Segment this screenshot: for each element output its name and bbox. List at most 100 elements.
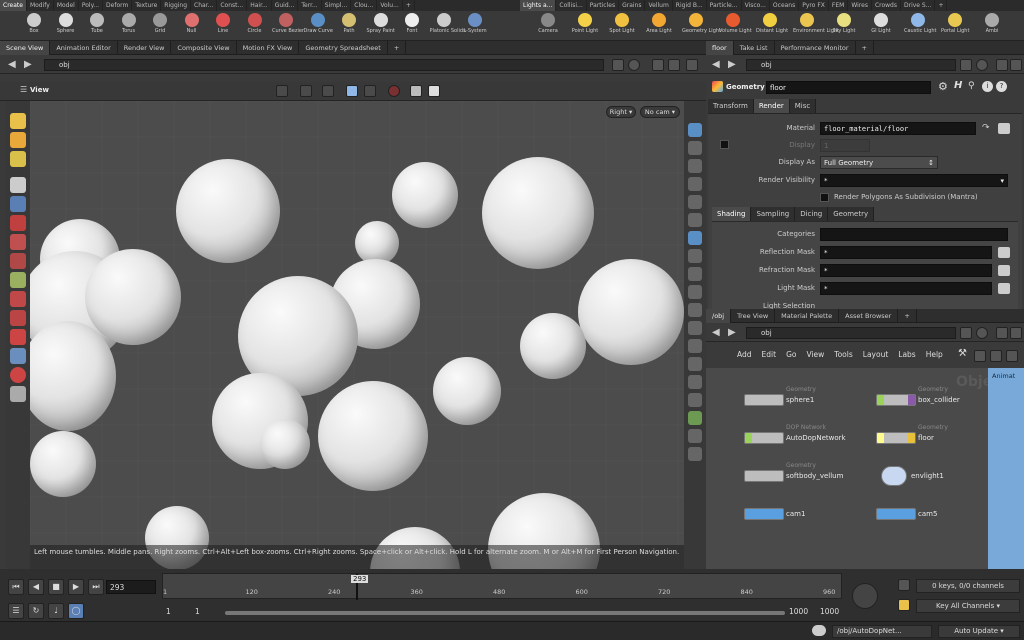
transform-tool-icon[interactable] bbox=[10, 132, 26, 148]
network-menu-item[interactable]: Go bbox=[781, 346, 801, 364]
light-icon[interactable] bbox=[688, 177, 702, 191]
rotate-icon[interactable] bbox=[10, 234, 26, 250]
target-icon[interactable] bbox=[10, 367, 26, 383]
display-icon[interactable] bbox=[364, 85, 376, 97]
shelf-tab[interactable]: Crowds bbox=[872, 0, 901, 11]
range-end2-value[interactable]: 1000 bbox=[820, 607, 839, 616]
range-end-value[interactable]: 1000 bbox=[789, 607, 808, 616]
shelf-tab[interactable]: Lights a... bbox=[520, 0, 557, 11]
pane-menu-icon[interactable] bbox=[686, 59, 698, 71]
shelf-tool-light-3[interactable]: Area Light bbox=[645, 12, 673, 40]
realtime-toggle-button[interactable]: ☰ bbox=[8, 603, 24, 619]
shelf-tool-2[interactable]: Tube bbox=[83, 12, 111, 40]
shelf-tool-7[interactable]: Circle bbox=[241, 12, 269, 40]
shelf-tab[interactable]: Rigging bbox=[161, 0, 192, 11]
shelf-tab[interactable]: Char... bbox=[191, 0, 218, 11]
sphere[interactable] bbox=[176, 159, 280, 263]
refraction-mask-field[interactable]: * bbox=[820, 264, 992, 277]
view-menu-icon[interactable]: ☰ bbox=[20, 85, 27, 94]
search-icon[interactable]: ⚲ bbox=[968, 81, 975, 91]
network-menu-item[interactable]: Tools bbox=[829, 346, 857, 364]
move-icon[interactable] bbox=[10, 215, 26, 231]
shelf-tool-light-0[interactable]: Camera bbox=[534, 12, 562, 40]
link-icon[interactable] bbox=[628, 59, 640, 71]
range-start-value[interactable]: 1 bbox=[166, 607, 171, 616]
jump-end-button[interactable]: ⏭ bbox=[88, 579, 104, 595]
render-polygons-checkbox[interactable] bbox=[820, 193, 829, 202]
network-menu-item[interactable]: Add bbox=[732, 346, 757, 364]
light-mask-field[interactable]: * bbox=[820, 282, 992, 295]
magnet-icon[interactable] bbox=[10, 291, 26, 307]
diamond-icon[interactable] bbox=[688, 393, 702, 407]
bucket-icon[interactable] bbox=[688, 339, 702, 353]
pane-tab[interactable]: Tree View bbox=[731, 309, 776, 323]
split-icon[interactable] bbox=[996, 59, 1008, 71]
maximize-icon[interactable] bbox=[668, 59, 680, 71]
network-menu-item[interactable]: Edit bbox=[757, 346, 782, 364]
shelf-tool-light-6[interactable]: Distant Light bbox=[756, 12, 788, 40]
orient-icon[interactable] bbox=[322, 85, 334, 97]
pane-tab[interactable]: Composite View bbox=[171, 41, 237, 55]
shelf-tab[interactable]: Simpl... bbox=[322, 0, 352, 11]
lock-icon[interactable] bbox=[10, 196, 26, 212]
info-icon[interactable]: i bbox=[982, 81, 993, 92]
wrench-icon[interactable]: ⚒ bbox=[958, 348, 967, 359]
render-region-icon[interactable] bbox=[10, 386, 26, 402]
shelf-tool-light-7[interactable]: Environment Light bbox=[793, 12, 839, 40]
shelf-tab[interactable]: Texture bbox=[132, 0, 162, 11]
pane-tab[interactable]: Material Palette bbox=[775, 309, 840, 323]
network-menu-item[interactable]: Layout bbox=[858, 346, 894, 364]
jump-start-button[interactable]: ⏮ bbox=[8, 579, 24, 595]
pane-tab[interactable]: Take List bbox=[734, 41, 775, 55]
back-arrow-icon[interactable]: ◀ bbox=[8, 59, 16, 70]
branch-icon[interactable] bbox=[688, 429, 702, 443]
chooser-icon[interactable] bbox=[998, 283, 1010, 294]
key-all-dropdown[interactable]: Key All Channels ▾ bbox=[916, 599, 1020, 613]
layout-icon[interactable] bbox=[346, 85, 358, 97]
numbers-icon[interactable] bbox=[688, 321, 702, 335]
sphere[interactable] bbox=[433, 357, 501, 425]
handle-tool-icon[interactable] bbox=[10, 151, 26, 167]
pane-tab[interactable]: Asset Browser bbox=[839, 309, 899, 323]
render-visibility-field[interactable]: * ▾ bbox=[820, 174, 1008, 187]
chat-icon[interactable] bbox=[812, 625, 826, 636]
sphere[interactable] bbox=[578, 259, 684, 365]
link-icon[interactable] bbox=[976, 59, 988, 71]
ghost-icon[interactable] bbox=[688, 159, 702, 173]
sphere[interactable] bbox=[520, 313, 586, 379]
display-as-select[interactable]: Full Geometry ↕ bbox=[820, 156, 938, 169]
sphere[interactable] bbox=[318, 381, 428, 491]
frame-ruler[interactable]: 1 120 240 360 480 600 720 840 960 293 bbox=[162, 573, 842, 600]
grid-icon[interactable] bbox=[688, 447, 702, 461]
pane-tab[interactable]: Performance Monitor bbox=[775, 41, 856, 55]
shelf-tool-5[interactable]: Null bbox=[178, 12, 206, 40]
pane-tab[interactable]: + bbox=[898, 309, 917, 323]
lock-camera-icon[interactable] bbox=[688, 141, 702, 155]
shelf-tab[interactable]: Oceans bbox=[770, 0, 800, 11]
chevron-down-icon[interactable]: ▾ bbox=[1000, 175, 1004, 187]
snap-tool-icon[interactable] bbox=[10, 329, 26, 345]
shelf-tab[interactable]: Collisi... bbox=[556, 0, 587, 11]
key-search-icon[interactable] bbox=[852, 583, 878, 609]
shelf-tool-9[interactable]: Draw Curve bbox=[304, 12, 333, 40]
current-frame-field[interactable]: 293 bbox=[106, 580, 156, 594]
param-path-field[interactable]: obj bbox=[746, 59, 956, 71]
shelf-tab[interactable]: Rigid B... bbox=[673, 0, 707, 11]
split-icon[interactable] bbox=[652, 59, 664, 71]
shelf-tool-light-12[interactable]: Ambi bbox=[978, 12, 1006, 40]
forward-arrow-icon[interactable]: ▶ bbox=[728, 327, 736, 338]
maximize-icon[interactable] bbox=[1010, 59, 1022, 71]
help-icon[interactable]: ? bbox=[996, 81, 1007, 92]
shelf-tool-4[interactable]: Grid bbox=[146, 12, 174, 40]
sphere[interactable] bbox=[482, 157, 594, 269]
stop-button[interactable]: ■ bbox=[48, 579, 64, 595]
shelf-tab[interactable]: Particle... bbox=[707, 0, 742, 11]
shelf-tab[interactable]: Const... bbox=[217, 0, 248, 11]
shelf-tab[interactable]: Particles bbox=[587, 0, 620, 11]
shelf-tool-light-5[interactable]: Volume Light bbox=[719, 12, 752, 40]
sphere[interactable] bbox=[392, 162, 458, 228]
param-tab[interactable]: Misc bbox=[789, 99, 817, 113]
categories-field[interactable] bbox=[820, 228, 1008, 241]
play-button[interactable]: ▶ bbox=[68, 579, 84, 595]
network-menu-item[interactable]: View bbox=[801, 346, 829, 364]
